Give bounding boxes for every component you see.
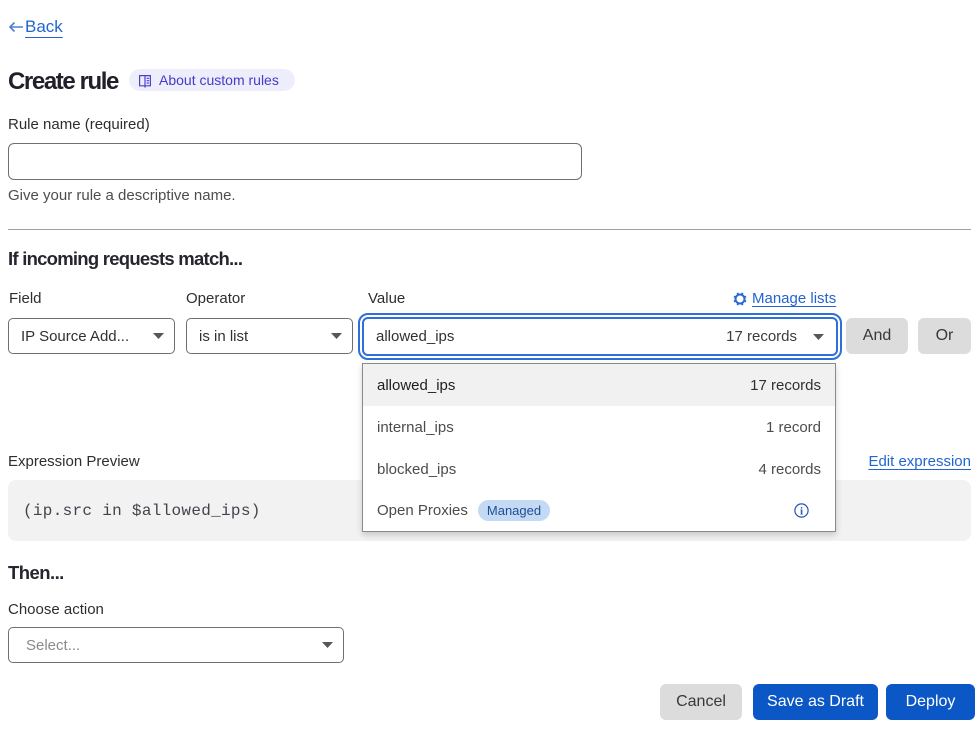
svg-text:i: i bbox=[800, 505, 803, 517]
